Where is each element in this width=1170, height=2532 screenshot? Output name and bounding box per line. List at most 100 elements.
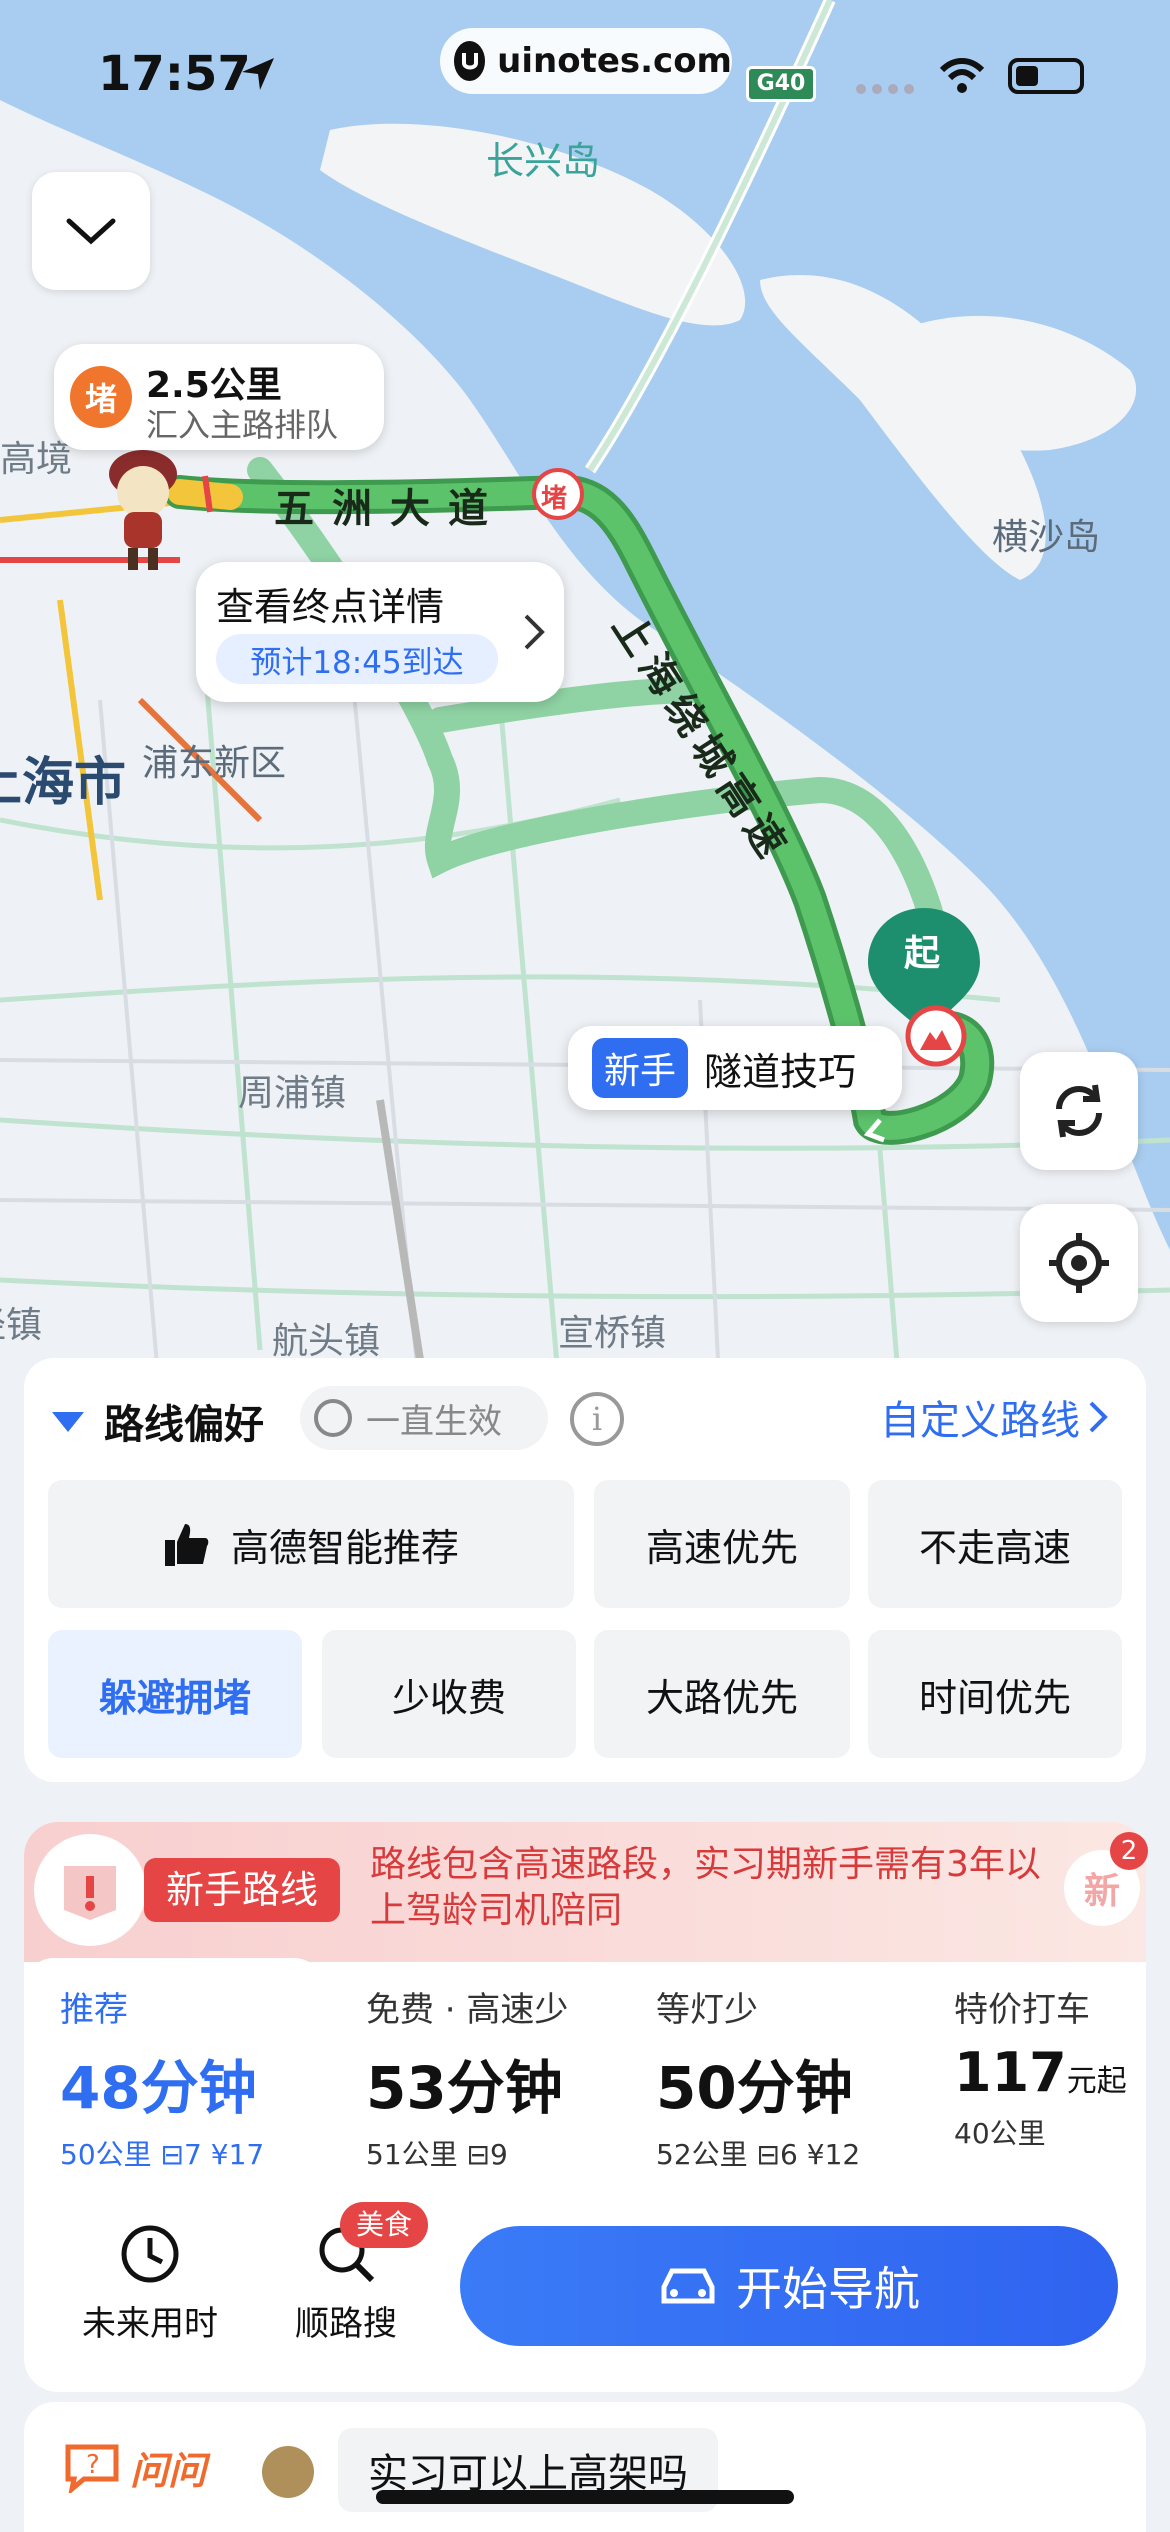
route-name: 免费 · 高速少 xyxy=(366,1990,569,2030)
road-jam-marker: 堵 xyxy=(541,484,568,514)
pref-highway-first[interactable]: 高速优先 xyxy=(594,1480,850,1608)
preference-title: 路线偏好 xyxy=(104,1402,264,1448)
destination-detail-bubble[interactable]: 查看终点详情 预计18:45到达 xyxy=(196,562,564,702)
road-label-wuzhou: 五洲大道 xyxy=(274,486,506,532)
caret-down-icon xyxy=(52,1412,84,1432)
route-toll: ¥12 xyxy=(806,2138,861,2171)
taxi-price-value: 117 xyxy=(954,2041,1067,2104)
route-distance: 52公里 xyxy=(656,2138,748,2171)
ask-assistant-button[interactable]: ? 问问 xyxy=(64,2440,206,2495)
route-option-fewer-lights[interactable]: 等灯少 50分钟 52公里 ⊟6 ¥12 xyxy=(656,1982,860,2173)
custom-route-label: 自定义路线 xyxy=(880,1398,1080,1444)
novice-route-message: 路线包含高速路段，实习期新手需有3年以上驾龄司机陪同 xyxy=(370,1844,1041,1931)
map-label-hengsha: 横沙岛 xyxy=(992,517,1101,558)
always-apply-label: 一直生效 xyxy=(366,1401,502,1442)
route-option-taxi[interactable]: 特价打车 117元起 40公里 xyxy=(954,1982,1127,2152)
traffic-light-icon: ⊟ xyxy=(466,2138,491,2171)
always-apply-toggle[interactable]: 一直生效 xyxy=(300,1386,548,1450)
route-distance: 50公里 xyxy=(60,2138,152,2171)
url-pill[interactable]: uinotes.com xyxy=(440,28,732,94)
location-arrow-icon xyxy=(238,54,278,98)
route-lights: 9 xyxy=(490,2138,508,2171)
destination-title: 查看终点详情 xyxy=(216,585,445,629)
tunnel-tip-bubble[interactable]: 新手 隧道技巧 xyxy=(568,1026,902,1110)
chat-question-icon: ? xyxy=(65,2444,119,2493)
jam-description: 汇入主路排队 xyxy=(146,406,339,444)
route-option-recommended[interactable]: 推荐 48分钟 50公里 ⊟7 ¥17 xyxy=(60,1982,264,2173)
route-meta: 51公里 ⊟9 xyxy=(366,2133,568,2173)
eta-pill: 预计18:45到达 xyxy=(216,634,498,684)
pref-avoid-congestion[interactable]: 躲避拥堵 xyxy=(48,1630,302,1758)
start-marker[interactable]: 起 xyxy=(904,924,940,976)
car-icon xyxy=(661,2268,715,2304)
novice-route-tag: 新手路线 xyxy=(144,1858,341,1922)
map-label-shanghai: 上海市 xyxy=(0,753,127,813)
route-name: 特价打车 xyxy=(954,1990,1090,2030)
map-label-xuanqiao: 宣桥镇 xyxy=(558,1313,667,1354)
url-text: uinotes.com xyxy=(497,41,732,81)
map-label-zhoupu: 周浦镇 xyxy=(238,1073,347,1114)
route-time: 50分钟 xyxy=(656,2054,853,2122)
status-time: 17:57 xyxy=(98,46,251,102)
route-distance: 40公里 xyxy=(954,2117,1046,2150)
thumbs-up-icon xyxy=(164,1524,209,1566)
food-badge: 美食 xyxy=(340,2202,429,2248)
taxi-price: 117元起 xyxy=(954,2041,1127,2104)
refresh-icon xyxy=(1056,1084,1102,1138)
traffic-light-icon: ⊟ xyxy=(756,2138,781,2171)
start-navigation-label: 开始导航 xyxy=(736,2262,920,2316)
pref-smart-recommend[interactable]: 高德智能推荐 xyxy=(48,1480,574,1608)
new-feature-text: 新 xyxy=(1083,1871,1120,1912)
pref-smart-recommend-label: 高德智能推荐 xyxy=(230,1525,459,1570)
future-time-button[interactable]: 未来用时 xyxy=(74,2222,226,2345)
wifi-icon xyxy=(938,56,986,100)
along-search-label: 顺路搜 xyxy=(295,2304,397,2344)
construction-hazard-icon[interactable] xyxy=(916,1018,956,1058)
refresh-route-button[interactable] xyxy=(1020,1052,1138,1170)
start-navigation-button[interactable]: 开始导航 xyxy=(460,2226,1118,2346)
route-meta: 52公里 ⊟6 ¥12 xyxy=(656,2133,860,2173)
route-option-free[interactable]: 免费 · 高速少 53分钟 51公里 ⊟9 xyxy=(366,1982,568,2173)
home-indicator xyxy=(376,2490,794,2504)
route-time: 53分钟 xyxy=(366,2054,563,2122)
radio-circle-icon xyxy=(314,1399,352,1437)
svg-text:?: ? xyxy=(86,2450,100,2480)
user-avatar xyxy=(262,2446,314,2498)
chevron-right-icon xyxy=(1089,1401,1108,1433)
ask-label: 问问 xyxy=(130,2449,207,2493)
route-lights: 6 xyxy=(780,2138,798,2171)
chevron-down-icon xyxy=(66,218,116,245)
route-name: 推荐 xyxy=(60,1990,128,2030)
route-name: 等灯少 xyxy=(656,1990,758,2030)
collapse-button[interactable] xyxy=(32,172,150,290)
crosshair-icon xyxy=(1049,1233,1109,1293)
pref-main-road-first[interactable]: 大路优先 xyxy=(594,1630,850,1758)
custom-route-link[interactable]: 自定义路线 xyxy=(880,1388,1108,1446)
route-time: 48分钟 xyxy=(60,2054,257,2122)
future-time-label: 未来用时 xyxy=(82,2304,218,2344)
chevron-right-icon xyxy=(524,614,545,650)
avatar-character-icon xyxy=(98,440,188,580)
route-meta: 50公里 ⊟7 ¥17 xyxy=(60,2133,264,2173)
map-label-pudong: 浦东新区 xyxy=(142,743,287,784)
route-lights: 7 xyxy=(184,2138,202,2171)
info-icon[interactable]: i xyxy=(570,1392,624,1446)
pref-avoid-highway[interactable]: 不走高速 xyxy=(868,1480,1122,1608)
route-distance: 51公里 xyxy=(366,2138,458,2171)
clock-history-icon xyxy=(121,2225,179,2283)
map-label-changxing: 长兴岛 xyxy=(486,139,601,183)
map-label-jing: 泾镇 xyxy=(0,1305,43,1346)
pref-less-toll[interactable]: 少收费 xyxy=(322,1630,576,1758)
map-label-hangtou: 航头镇 xyxy=(272,1321,381,1362)
highway-sign: G40 xyxy=(746,66,816,102)
taxi-price-suffix: 元起 xyxy=(1066,2064,1127,2099)
site-logo-icon xyxy=(454,41,486,81)
pref-time-first[interactable]: 时间优先 xyxy=(868,1630,1122,1758)
locate-me-button[interactable] xyxy=(1020,1204,1138,1322)
novice-badge: 新手 xyxy=(592,1038,689,1098)
notification-count-badge: 2 xyxy=(1110,1832,1148,1870)
battery-icon xyxy=(1008,58,1084,94)
cellular-signal-icon xyxy=(856,84,916,96)
warning-icon xyxy=(34,1834,146,1946)
jam-info-bubble[interactable]: 堵 2.5公里 汇入主路排队 xyxy=(54,344,384,450)
